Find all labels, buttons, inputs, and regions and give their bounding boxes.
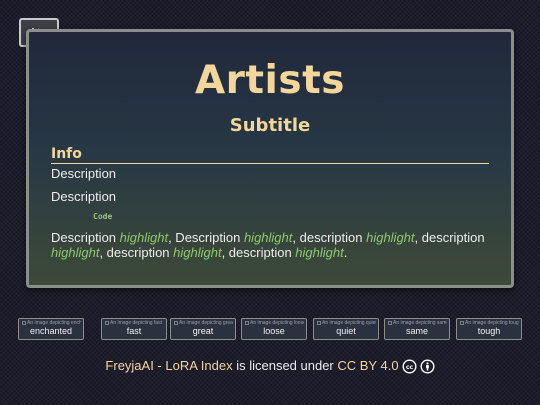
page-subtitle: Subtitle <box>229 115 311 136</box>
svg-text:cc: cc <box>405 364 413 371</box>
thumbnail-quiet[interactable]: An image depicting quiet quiet <box>313 318 379 340</box>
description-run: , description <box>99 245 174 260</box>
highlight-text: highlight <box>51 245 100 260</box>
attribution-icon <box>420 359 435 374</box>
highlight-text: highlight <box>119 230 169 245</box>
thumbnail-enchanted[interactable]: An image depicting enchantedenchanted <box>18 318 84 340</box>
project-link[interactable]: FreyjaAI - LoRA Index <box>105 357 232 375</box>
thumbnail-great[interactable]: An image depicting great great <box>170 318 236 340</box>
broken-image-icon <box>245 320 249 325</box>
highlight-text: highlight <box>295 245 344 260</box>
thumbnail-row: An image depicting enchantedenchanted An … <box>18 318 522 341</box>
license-text: is licensed under <box>232 358 338 373</box>
thumbnail-label: loose <box>263 326 285 336</box>
description-text-2: Description <box>51 189 117 204</box>
artists-card: Artists Subtitle Info Description Descri… <box>26 29 514 288</box>
broken-image-icon <box>174 320 178 325</box>
description-text-1: Description <box>51 166 117 181</box>
info-heading: Info <box>51 146 489 164</box>
thumbnail-tough[interactable]: An image depicting tough tough <box>456 318 522 340</box>
description-run: , Description <box>168 230 244 245</box>
broken-image-icon <box>460 320 464 325</box>
description-run: . <box>343 245 348 260</box>
description-run: , description <box>292 230 367 245</box>
highlight-text: highlight <box>243 230 293 245</box>
broken-image-icon <box>388 320 392 325</box>
thumbnail-label: tough <box>477 326 501 336</box>
thumbnail-same[interactable]: An image depicting same same <box>384 318 450 340</box>
broken-image-icon <box>22 320 26 325</box>
thumbnail-label: quiet <box>336 326 356 336</box>
thumbnail-label: same <box>405 326 428 336</box>
description-run: , description <box>414 230 485 245</box>
description-run: Description <box>51 230 120 245</box>
page-title: Artists <box>195 58 345 103</box>
thumbnail-fast[interactable]: An image depicting fast fast <box>101 318 167 340</box>
code-snippet: Code <box>93 212 113 221</box>
license-footer: FreyjaAI - LoRA Index is licensed under … <box>0 357 540 375</box>
broken-image-icon <box>317 320 321 325</box>
creative-commons-icon: cc <box>402 359 417 374</box>
highlight-text: highlight <box>366 230 415 245</box>
broken-image-icon <box>105 320 109 325</box>
description-run: , description <box>221 245 296 260</box>
highlight-text: highlight <box>173 245 222 260</box>
thumbnail-label: great <box>192 326 214 336</box>
thumbnail-label: enchanted <box>29 326 73 336</box>
thumbnail-label: fast <box>126 326 142 336</box>
thumbnail-loose[interactable]: An image depicting loose loose <box>241 318 307 340</box>
description-paragraph: Description highlight, Description highl… <box>51 230 496 260</box>
license-link[interactable]: CC BY 4.0 <box>337 357 398 375</box>
